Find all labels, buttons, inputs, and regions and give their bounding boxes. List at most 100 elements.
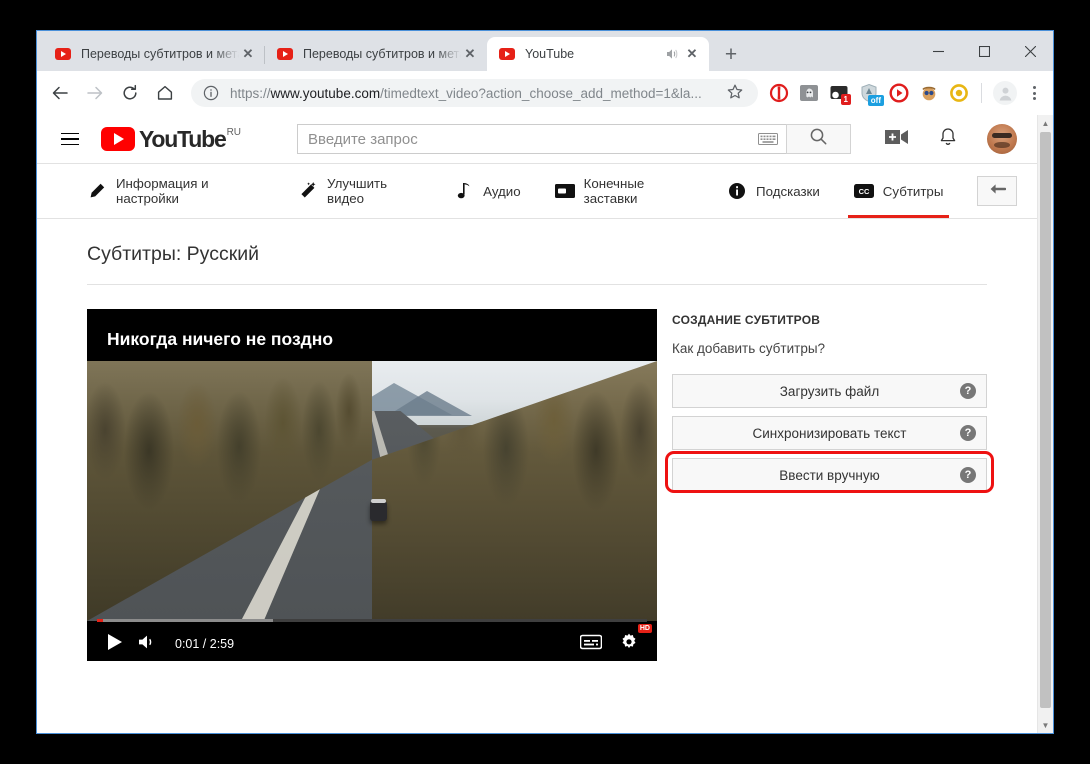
controls-row: 0:01 / 2:59 bbox=[87, 627, 657, 661]
tab-close-icon[interactable]: ✕ bbox=[461, 45, 479, 63]
right-controls: HD bbox=[575, 630, 645, 658]
minimize-button[interactable] bbox=[915, 31, 961, 71]
button-label: Синхронизировать текст bbox=[753, 426, 907, 441]
youtube-masthead: YouTube RU Введите запрос bbox=[37, 115, 1037, 164]
settings-button[interactable]: HD bbox=[613, 630, 645, 658]
cc-icon: CC bbox=[854, 181, 874, 201]
help-question-icon[interactable]: ? bbox=[960, 425, 976, 441]
browser-tab-1[interactable]: Переводы субтитров и метадан ✕ bbox=[43, 37, 265, 71]
scrollbar-thumb[interactable] bbox=[1040, 132, 1051, 708]
tab-info-and-settings[interactable]: Информация и настройки bbox=[87, 164, 264, 218]
notifications-bell-icon[interactable] bbox=[937, 126, 959, 153]
new-tab-button[interactable]: + bbox=[717, 40, 745, 68]
youtube-play-mark-icon bbox=[101, 127, 135, 151]
window-controls bbox=[915, 31, 1053, 71]
play-button[interactable] bbox=[99, 630, 131, 658]
vpn-extension-icon[interactable] bbox=[919, 83, 939, 103]
create-video-icon[interactable] bbox=[885, 128, 909, 151]
content-columns: Никогда ничего не поздно bbox=[87, 309, 987, 661]
toolbar-separator bbox=[981, 83, 982, 103]
settings-gear-icon bbox=[619, 632, 639, 657]
tab-label: Конечные заставки bbox=[584, 176, 693, 206]
hamburger-menu-icon[interactable] bbox=[61, 127, 85, 151]
ring-extension-icon[interactable] bbox=[949, 83, 969, 103]
tab-end-screens[interactable]: Конечные заставки bbox=[555, 164, 693, 218]
divider bbox=[87, 284, 987, 285]
youtube-logo-text: YouTube bbox=[139, 127, 226, 151]
info-circle-icon[interactable] bbox=[203, 85, 219, 101]
reload-button[interactable] bbox=[115, 78, 145, 108]
close-button[interactable] bbox=[1007, 31, 1053, 71]
upload-file-button[interactable]: Загрузить файл ? bbox=[672, 374, 987, 408]
subtitles-button[interactable] bbox=[575, 630, 607, 658]
account-avatar[interactable] bbox=[987, 124, 1017, 154]
search-placeholder: Введите запрос bbox=[308, 131, 418, 148]
search-button[interactable] bbox=[786, 124, 851, 154]
star-icon[interactable] bbox=[726, 83, 746, 103]
tab-title: Переводы субтитров и метадан bbox=[81, 47, 239, 61]
tab-close-icon[interactable]: ✕ bbox=[683, 45, 701, 63]
keyboard-icon[interactable] bbox=[758, 132, 778, 146]
car bbox=[370, 501, 387, 521]
browser-window: Переводы субтитров и метадан ✕ Переводы … bbox=[36, 30, 1054, 734]
page-viewport: YouTube RU Введите запрос bbox=[37, 115, 1053, 733]
scroll-up-arrow[interactable]: ▲ bbox=[1038, 115, 1053, 131]
help-question-icon[interactable]: ? bbox=[960, 383, 976, 399]
video-player[interactable]: Никогда ничего не поздно bbox=[87, 309, 657, 661]
help-question-icon[interactable]: ? bbox=[960, 467, 976, 483]
savefrom-extension-icon[interactable]: 1 bbox=[829, 83, 849, 103]
back-arrow-icon bbox=[989, 182, 1006, 201]
sync-text-button[interactable]: Синхронизировать текст ? bbox=[672, 416, 987, 450]
progress-loaded bbox=[97, 619, 273, 622]
browser-tab-2[interactable]: Переводы субтитров и метадан ✕ bbox=[265, 37, 487, 71]
music-note-icon bbox=[454, 181, 474, 201]
back-arrow-button[interactable] bbox=[977, 176, 1017, 206]
search-input[interactable]: Введите запрос bbox=[297, 124, 786, 154]
tab-audio-playing-icon[interactable] bbox=[663, 46, 679, 62]
scroll-down-arrow[interactable]: ▼ bbox=[1038, 717, 1053, 733]
youtube-locale-superscript: RU bbox=[227, 127, 241, 138]
end-screen-icon bbox=[555, 181, 575, 201]
pencil-icon bbox=[87, 181, 107, 201]
adblock-extension-icon[interactable] bbox=[769, 83, 789, 103]
tab-close-icon[interactable]: ✕ bbox=[239, 45, 257, 63]
panel-subtitle: Как добавить субтитры? bbox=[672, 341, 987, 356]
browser-tab-3-active[interactable]: YouTube ✕ bbox=[487, 37, 709, 71]
tab-cards[interactable]: Подсказки bbox=[727, 164, 820, 218]
adguard-extension-icon[interactable]: off bbox=[859, 83, 879, 103]
subtitle-creation-panel: СОЗДАНИЕ СУБТИТРОВ Как добавить субтитры… bbox=[672, 309, 987, 492]
three-dot-menu-icon[interactable] bbox=[1023, 81, 1045, 105]
tab-audio[interactable]: Аудио bbox=[454, 164, 521, 218]
volume-button[interactable] bbox=[131, 630, 163, 658]
tab-subtitles[interactable]: CC Субтитры bbox=[854, 164, 944, 218]
masthead-actions bbox=[885, 124, 1017, 154]
progress-bar[interactable] bbox=[97, 619, 647, 622]
tab-title: YouTube bbox=[525, 47, 663, 61]
address-bar[interactable]: https://www.youtube.com/timedtext_video?… bbox=[191, 79, 758, 107]
back-navigation-button[interactable] bbox=[45, 78, 75, 108]
tab-strip: Переводы субтитров и метадан ✕ Переводы … bbox=[37, 31, 1053, 71]
magic-wand-icon bbox=[298, 181, 318, 201]
button-label: Загрузить файл bbox=[780, 384, 879, 399]
url-text: https://www.youtube.com/timedtext_video?… bbox=[230, 86, 720, 101]
video-title: Никогда ничего не поздно bbox=[107, 329, 333, 350]
enter-manually-button[interactable]: Ввести вручную ? bbox=[672, 458, 987, 492]
maximize-button[interactable] bbox=[961, 31, 1007, 71]
youtube-logo[interactable]: YouTube RU bbox=[101, 127, 241, 151]
url-scheme: https:// bbox=[230, 86, 271, 101]
youtube-page: YouTube RU Введите запрос bbox=[37, 115, 1037, 733]
extension-badge: 1 bbox=[841, 94, 851, 105]
tab-label: Информация и настройки bbox=[116, 176, 264, 206]
forward-navigation-button[interactable] bbox=[80, 78, 110, 108]
quality-badge: HD bbox=[638, 624, 652, 633]
tab-enhance-video[interactable]: Улучшить видео bbox=[298, 164, 420, 218]
home-button[interactable] bbox=[150, 78, 180, 108]
ghostery-extension-icon[interactable] bbox=[799, 83, 819, 103]
video-downloader-extension-icon[interactable] bbox=[889, 83, 909, 103]
url-host: www.youtube.com bbox=[271, 86, 381, 101]
search-bar: Введите запрос bbox=[297, 124, 851, 154]
tab-label: Аудио bbox=[483, 184, 521, 199]
tab-label: Субтитры bbox=[883, 184, 944, 199]
profile-avatar-icon[interactable] bbox=[993, 81, 1017, 105]
page-scrollbar[interactable]: ▲ ▼ bbox=[1037, 115, 1053, 733]
